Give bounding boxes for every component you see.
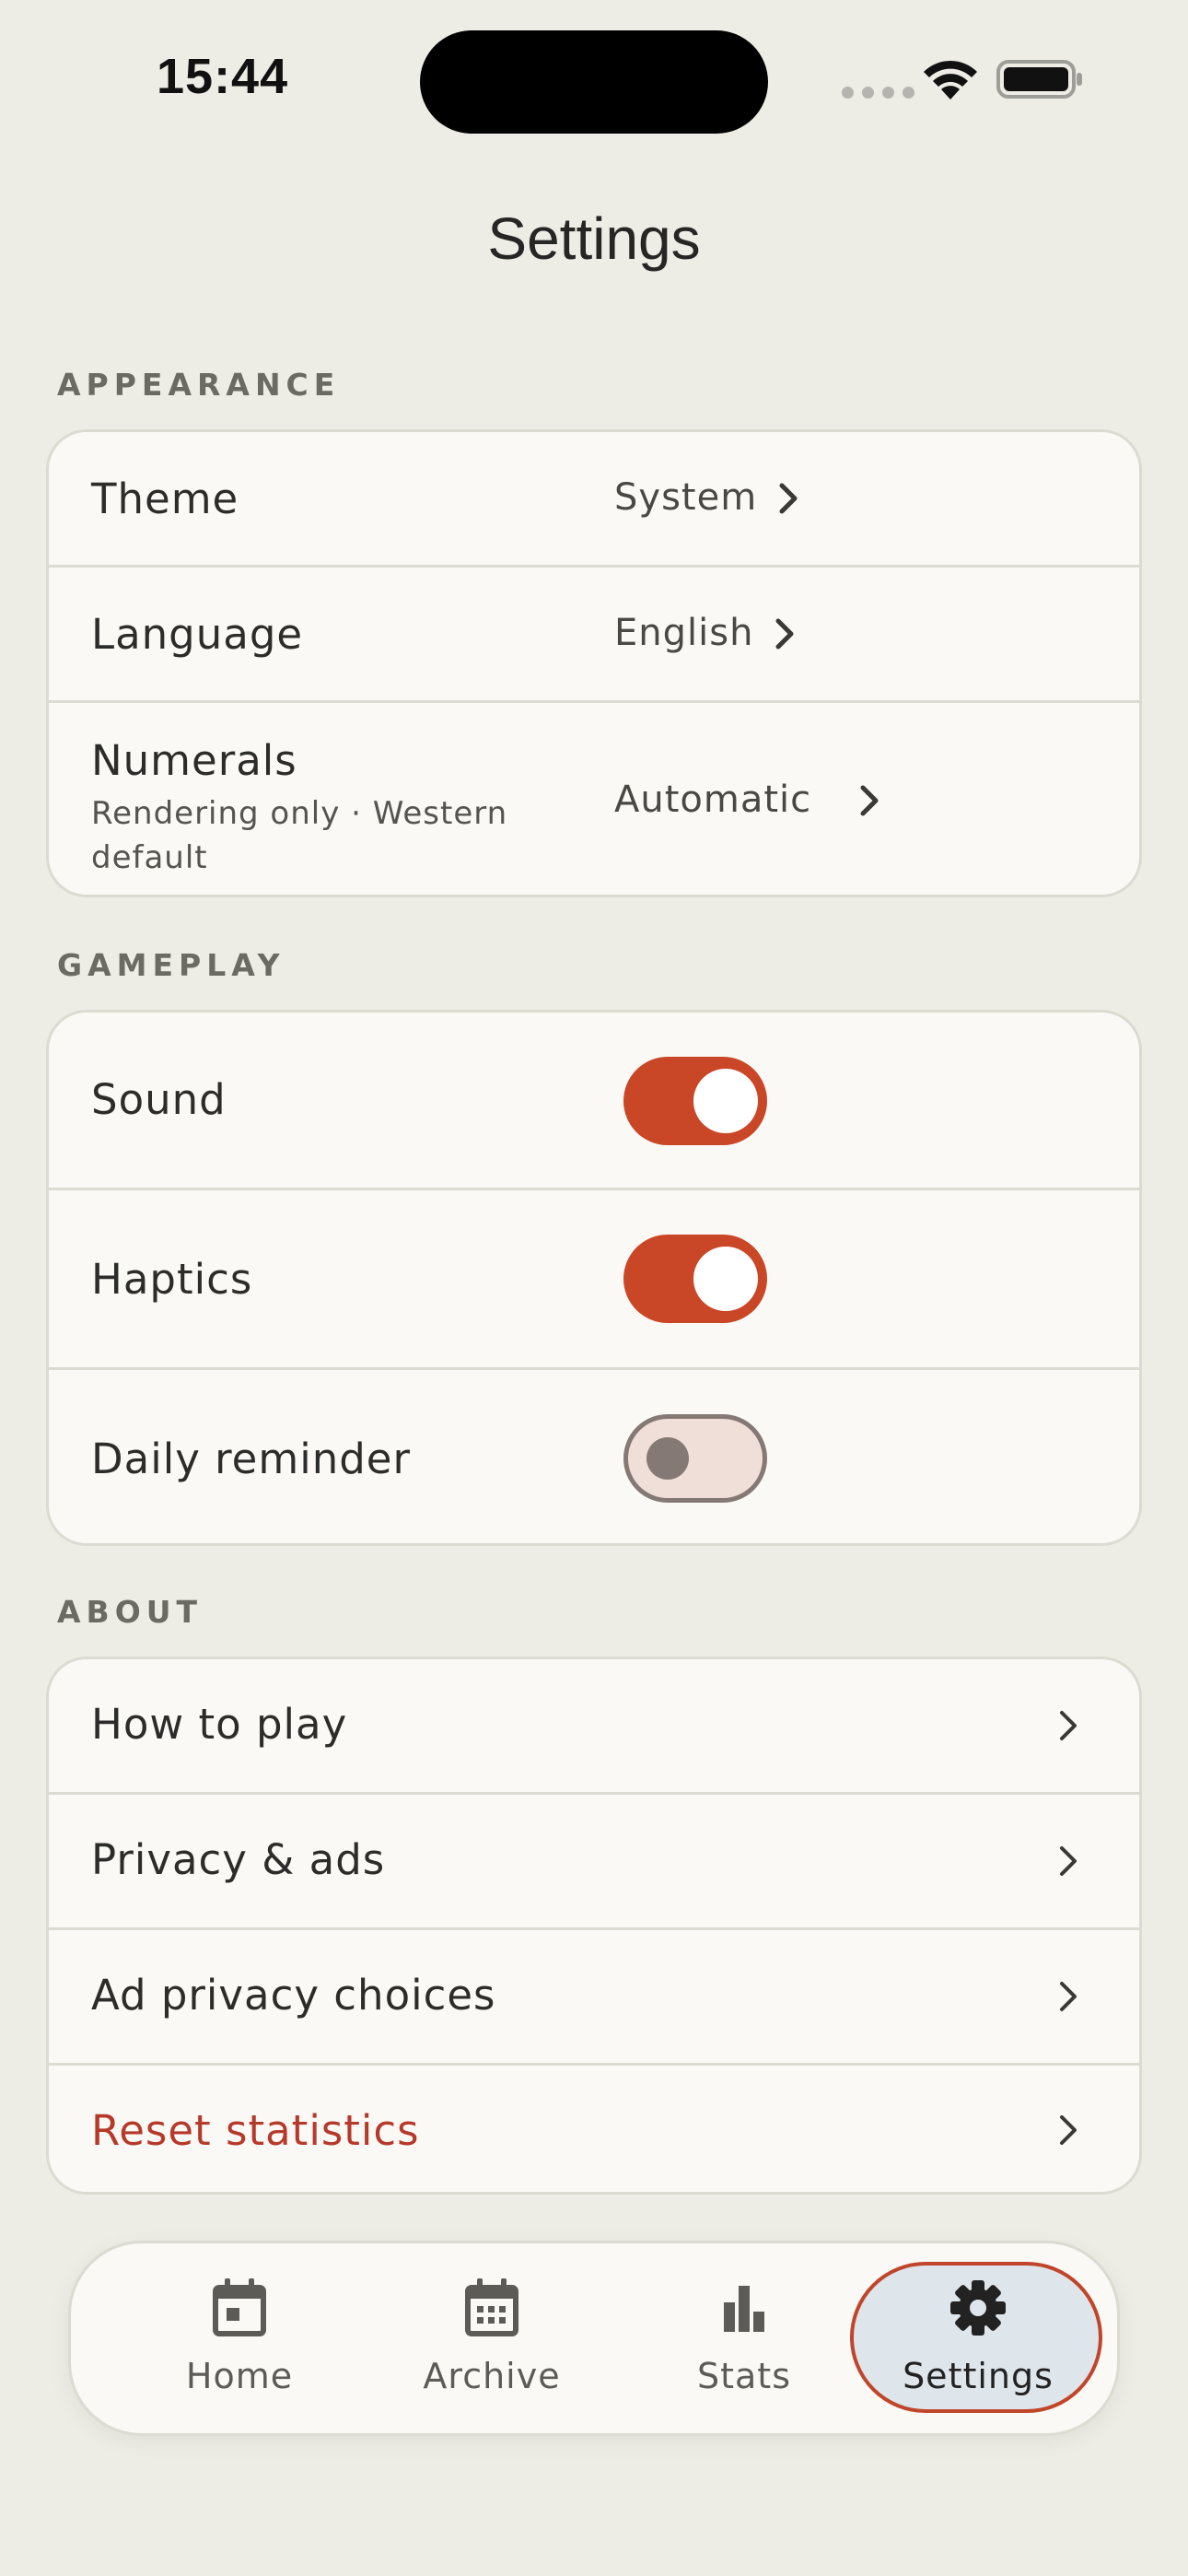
toggle-knob — [693, 1069, 758, 1133]
privacy-ads-label: Privacy & ads — [91, 1835, 386, 1884]
appearance-card: Theme System Language English Numerals R… — [46, 429, 1142, 897]
section-label-appearance: APPEARANCE — [57, 367, 341, 403]
reset-statistics-row[interactable]: Reset statistics — [49, 2066, 1139, 2192]
haptics-toggle[interactable] — [623, 1235, 767, 1323]
chevron-right-icon — [779, 483, 798, 514]
haptics-label: Haptics — [91, 1255, 253, 1304]
theme-label: Theme — [91, 474, 239, 523]
language-value: English — [614, 612, 754, 654]
numerals-label: Numerals — [91, 736, 297, 785]
battery-icon — [996, 60, 1082, 99]
how-to-play-label: How to play — [91, 1700, 348, 1749]
bottom-tab-bar: Home Archive Stats Settings — [68, 2241, 1120, 2436]
bar-chart-icon — [724, 2286, 764, 2332]
cellular-signal-icon — [842, 87, 914, 99]
chevron-right-icon — [1060, 1982, 1077, 2011]
calendar-today-icon — [213, 2278, 266, 2336]
chevron-right-icon — [1060, 2115, 1077, 2145]
sound-toggle[interactable] — [623, 1057, 767, 1145]
numerals-row[interactable]: Numerals Rendering only · Western defaul… — [49, 703, 1139, 895]
chevron-right-icon — [1060, 1846, 1077, 1876]
ad-privacy-choices-row[interactable]: Ad privacy choices — [49, 1930, 1139, 2066]
page-title: Settings — [487, 205, 701, 272]
tab-stats[interactable]: Stats — [620, 2243, 868, 2433]
tab-settings-label: Settings — [903, 2356, 1054, 2396]
chevron-right-icon — [775, 618, 794, 650]
toggle-knob — [693, 1247, 758, 1311]
how-to-play-row[interactable]: How to play — [49, 1659, 1139, 1795]
theme-row[interactable]: Theme System — [49, 432, 1139, 568]
chevron-right-icon — [860, 785, 879, 816]
gameplay-card: Sound Haptics Daily reminder — [46, 1010, 1142, 1546]
status-time: 15:44 — [157, 49, 289, 104]
daily-reminder-label: Daily reminder — [91, 1434, 411, 1483]
tab-home[interactable]: Home — [115, 2243, 364, 2433]
tab-settings[interactable]: Settings — [850, 2243, 1102, 2433]
gear-icon — [950, 2280, 1006, 2336]
reset-statistics-label: Reset statistics — [91, 2106, 420, 2155]
status-bar: 15:44 — [0, 0, 1188, 157]
sound-row: Sound — [49, 1013, 1139, 1190]
sound-label: Sound — [91, 1075, 227, 1124]
dynamic-island — [420, 30, 768, 134]
language-label: Language — [91, 610, 304, 659]
about-card: How to play Privacy & ads Ad privacy cho… — [46, 1657, 1142, 2195]
tab-home-label: Home — [185, 2356, 294, 2396]
ad-privacy-choices-label: Ad privacy choices — [91, 1971, 496, 2020]
daily-reminder-toggle[interactable] — [623, 1414, 767, 1503]
language-row[interactable]: Language English — [49, 568, 1139, 703]
section-label-gameplay: GAMEPLAY — [57, 947, 285, 983]
tab-archive[interactable]: Archive — [367, 2243, 616, 2433]
haptics-row: Haptics — [49, 1190, 1139, 1370]
theme-value: System — [614, 476, 758, 519]
toggle-knob — [646, 1437, 689, 1480]
tab-stats-label: Stats — [696, 2356, 791, 2396]
numerals-value: Automatic — [614, 779, 812, 821]
numerals-sublabel: Rendering only · Western default — [91, 795, 508, 876]
privacy-ads-row[interactable]: Privacy & ads — [49, 1795, 1139, 1930]
daily-reminder-row: Daily reminder — [49, 1370, 1139, 1543]
section-label-about: ABOUT — [57, 1594, 204, 1630]
wifi-icon — [924, 60, 977, 100]
chevron-right-icon — [1060, 1711, 1077, 1740]
calendar-grid-icon — [465, 2278, 518, 2336]
tab-archive-label: Archive — [423, 2356, 561, 2396]
